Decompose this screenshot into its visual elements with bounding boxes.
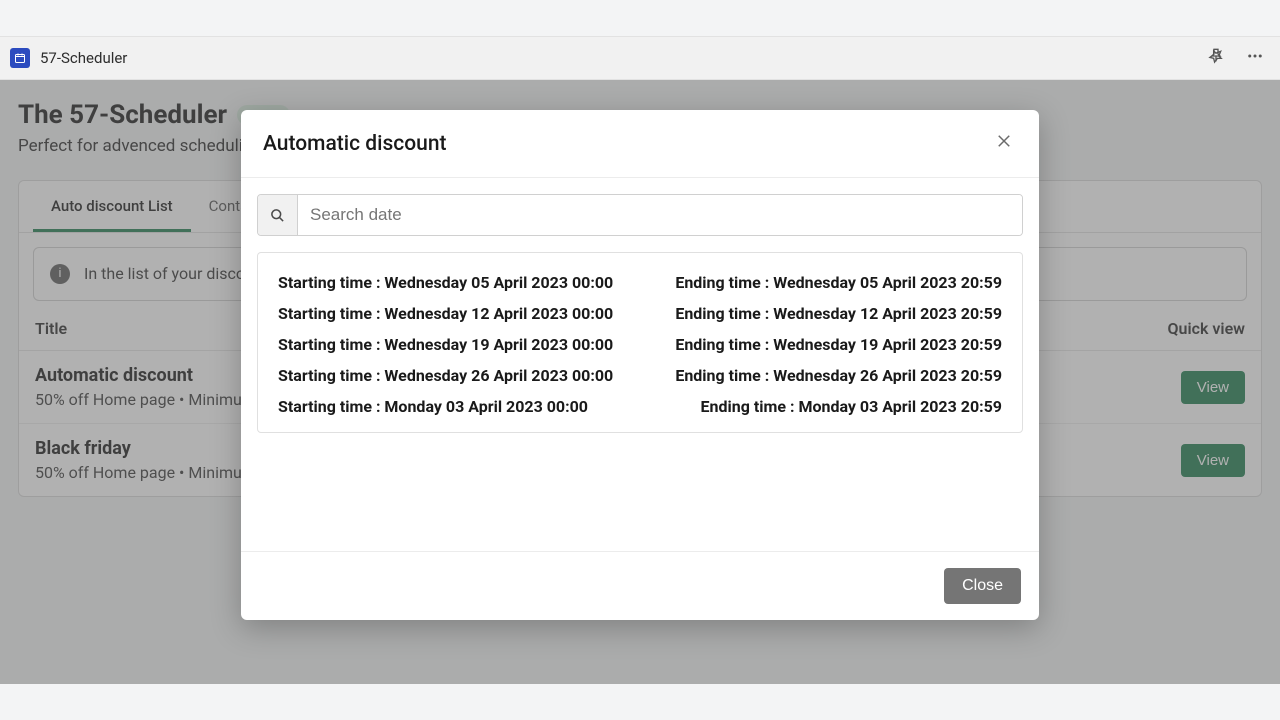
schedule-end: Ending time : Monday 03 April 2023 20:59: [701, 397, 1002, 416]
schedule-end: Ending time : Wednesday 19 April 2023 20…: [675, 335, 1002, 354]
schedule-row: Starting time : Wednesday 19 April 2023 …: [278, 329, 1002, 360]
close-button[interactable]: Close: [944, 568, 1021, 604]
app-logo-icon: [10, 48, 30, 68]
modal-title: Automatic discount: [263, 132, 447, 156]
search-icon: [258, 195, 298, 235]
schedule-row: Starting time : Wednesday 26 April 2023 …: [278, 360, 1002, 391]
schedule-row: Starting time : Wednesday 05 April 2023 …: [278, 267, 1002, 298]
schedule-end: Ending time : Wednesday 26 April 2023 20…: [675, 366, 1002, 385]
schedule-start: Starting time : Monday 03 April 2023 00:…: [278, 397, 588, 416]
schedule-row: Starting time : Monday 03 April 2023 00:…: [278, 391, 1002, 422]
schedule-start: Starting time : Wednesday 19 April 2023 …: [278, 335, 613, 354]
close-icon[interactable]: [991, 128, 1017, 159]
bottom-strip: [0, 684, 1280, 720]
schedule-start: Starting time : Wednesday 12 April 2023 …: [278, 304, 613, 323]
schedule-end: Ending time : Wednesday 05 April 2023 20…: [675, 273, 1002, 292]
schedule-row: Starting time : Wednesday 12 April 2023 …: [278, 298, 1002, 329]
browser-chrome-strip: [0, 0, 1280, 36]
search-wrap: [257, 194, 1023, 236]
schedule-start: Starting time : Wednesday 05 April 2023 …: [278, 273, 613, 292]
app-bar: 57-Scheduler: [0, 36, 1280, 80]
schedule-list: Starting time : Wednesday 05 April 2023 …: [257, 252, 1023, 433]
schedule-end: Ending time : Wednesday 12 April 2023 20…: [675, 304, 1002, 323]
schedule-start: Starting time : Wednesday 26 April 2023 …: [278, 366, 613, 385]
more-icon[interactable]: [1240, 43, 1270, 74]
search-input[interactable]: [298, 195, 1022, 235]
pin-icon[interactable]: [1202, 44, 1230, 73]
app-name: 57-Scheduler: [40, 49, 127, 67]
schedule-modal: Automatic discount Starting time : Wedne…: [241, 110, 1039, 620]
